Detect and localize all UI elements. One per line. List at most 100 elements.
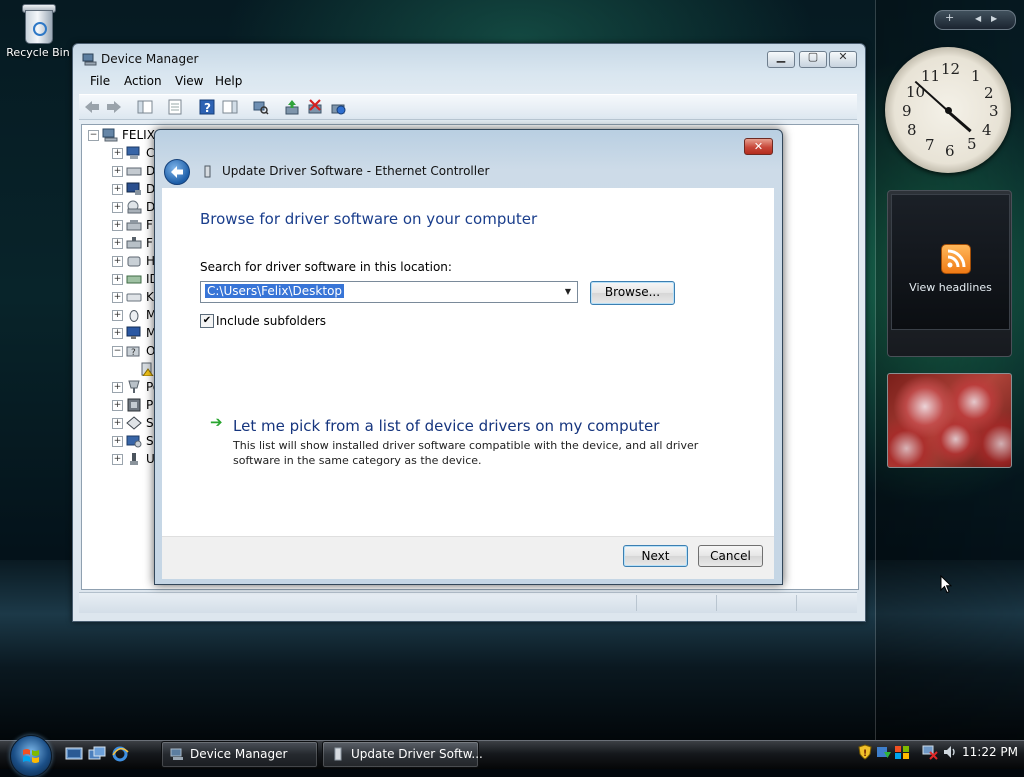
- mouse-cursor-icon: [940, 575, 952, 594]
- show-desktop-icon[interactable]: [65, 746, 83, 762]
- network-disconnected-icon[interactable]: [922, 744, 938, 760]
- next-button[interactable]: Next: [623, 545, 688, 567]
- browse-button[interactable]: Browse...: [590, 281, 675, 305]
- taskbar-device-manager[interactable]: Device Manager: [161, 741, 318, 768]
- dialog-footer: Next Cancel: [162, 536, 774, 579]
- network-adapter-icon: [204, 165, 211, 178]
- clock-gadget[interactable]: 12 1 2 3 4 5 6 7 8 9 10 11: [885, 47, 1011, 173]
- expand-icon[interactable]: +: [112, 166, 123, 177]
- processor-icon: [127, 398, 141, 412]
- computer-icon: [102, 128, 118, 142]
- taskbar-update-driver[interactable]: Update Driver Softw...: [322, 741, 483, 768]
- pick-from-list-link[interactable]: Let me pick from a list of device driver…: [233, 417, 659, 435]
- security-shield-icon[interactable]: !: [858, 744, 872, 760]
- volume-icon[interactable]: [942, 744, 958, 760]
- dialog-close-button[interactable]: ✕: [744, 138, 773, 155]
- device-manager-icon: [82, 53, 97, 66]
- collapse-icon[interactable]: −: [112, 346, 123, 357]
- expand-icon[interactable]: +: [112, 400, 123, 411]
- expand-icon[interactable]: +: [112, 148, 123, 159]
- expand-icon[interactable]: +: [112, 454, 123, 465]
- ide-controller-icon: [126, 275, 142, 284]
- svg-text:!: !: [863, 749, 867, 759]
- minimize-button[interactable]: ▁: [767, 50, 795, 68]
- expand-icon[interactable]: +: [112, 292, 123, 303]
- floppy-drive-icon: [126, 237, 142, 249]
- expand-icon[interactable]: +: [112, 220, 123, 231]
- show-hide-tree-icon[interactable]: [137, 99, 153, 115]
- device-manager-icon: [170, 748, 183, 760]
- display-adapter-icon: [126, 182, 141, 195]
- clock-numeral: 12: [941, 60, 961, 78]
- system-devices-icon: [126, 435, 142, 448]
- clock-hour-hand: [947, 110, 972, 133]
- start-button[interactable]: [10, 735, 52, 777]
- menu-file[interactable]: File: [90, 74, 110, 88]
- feed-headlines-panel: View headlines: [891, 194, 1010, 330]
- view-headlines-link[interactable]: View headlines: [892, 281, 1009, 294]
- show-hide-action-pane-icon[interactable]: [222, 99, 238, 115]
- device-manager-title: Device Manager: [101, 52, 199, 66]
- svg-text:?: ?: [131, 348, 136, 358]
- menu-action[interactable]: Action: [124, 74, 162, 88]
- storage-controller-icon: [126, 416, 142, 430]
- keyboard-icon: [126, 293, 142, 302]
- svg-text:?: ?: [204, 101, 211, 115]
- internet-explorer-icon[interactable]: [111, 746, 129, 762]
- forward-icon[interactable]: [106, 99, 122, 115]
- expand-icon[interactable]: +: [112, 184, 123, 195]
- cancel-button[interactable]: Cancel: [698, 545, 763, 567]
- clock-numeral: 9: [902, 102, 912, 120]
- clock-numeral: 11: [921, 67, 941, 85]
- rss-icon: [941, 244, 971, 274]
- update-driver-icon[interactable]: [284, 99, 300, 115]
- expand-icon[interactable]: +: [112, 310, 123, 321]
- scan-hardware-icon[interactable]: [253, 99, 269, 115]
- switch-windows-icon[interactable]: [88, 746, 106, 762]
- menu-help[interactable]: Help: [215, 74, 242, 88]
- windows-defender-icon[interactable]: [894, 744, 910, 760]
- expand-icon[interactable]: +: [112, 238, 123, 249]
- menu-bar: File Action View Help: [79, 71, 857, 91]
- previous-page-icon[interactable]: ◀: [975, 14, 981, 23]
- windows-logo-icon: [23, 749, 39, 763]
- expand-icon[interactable]: +: [112, 202, 123, 213]
- include-subfolders-label[interactable]: Include subfolders: [216, 314, 326, 328]
- recycle-bin-shortcut[interactable]: Recycle Bin: [2, 2, 74, 59]
- feed-headlines-gadget[interactable]: View headlines: [887, 190, 1012, 357]
- search-location-combobox[interactable]: C:\Users\Felix\Desktop ▼: [200, 281, 578, 303]
- clock-numeral: 2: [984, 84, 994, 102]
- expand-icon[interactable]: +: [112, 256, 123, 267]
- taskbar-item-label: Device Manager: [190, 747, 288, 761]
- toolbar: ?: [79, 94, 857, 120]
- include-subfolders-checkbox[interactable]: ✔: [200, 314, 214, 328]
- back-icon[interactable]: [84, 99, 100, 115]
- back-button[interactable]: [164, 159, 190, 185]
- computer-icon: [126, 146, 140, 159]
- expand-icon[interactable]: +: [112, 436, 123, 447]
- help-icon[interactable]: ?: [199, 99, 215, 115]
- add-gadget-icon[interactable]: +: [945, 11, 954, 24]
- expand-icon[interactable]: +: [112, 274, 123, 285]
- chevron-down-icon[interactable]: ▼: [561, 284, 575, 299]
- taskbar-clock[interactable]: 11:22 PM: [962, 745, 1018, 759]
- expand-icon[interactable]: +: [112, 418, 123, 429]
- uninstall-device-icon[interactable]: [330, 99, 346, 115]
- next-page-icon[interactable]: ▶: [991, 14, 997, 23]
- taskbar-item-label: Update Driver Softw...: [351, 747, 483, 761]
- disk-drive-icon: [126, 167, 142, 176]
- expand-icon[interactable]: +: [112, 328, 123, 339]
- menu-view[interactable]: View: [175, 74, 203, 88]
- windows-update-icon[interactable]: [876, 744, 892, 760]
- mouse-icon: [129, 310, 139, 322]
- collapse-icon[interactable]: −: [88, 130, 99, 141]
- search-location-value[interactable]: C:\Users\Felix\Desktop: [205, 284, 345, 298]
- properties-icon[interactable]: [167, 99, 183, 115]
- other-devices-icon: ?: [126, 346, 140, 358]
- recycle-bin-icon: [21, 2, 56, 44]
- expand-icon[interactable]: +: [112, 382, 123, 393]
- maximize-button[interactable]: ▢: [799, 50, 827, 68]
- slideshow-gadget[interactable]: [887, 373, 1012, 468]
- close-button[interactable]: ✕: [829, 50, 857, 68]
- disable-device-icon[interactable]: [307, 99, 323, 115]
